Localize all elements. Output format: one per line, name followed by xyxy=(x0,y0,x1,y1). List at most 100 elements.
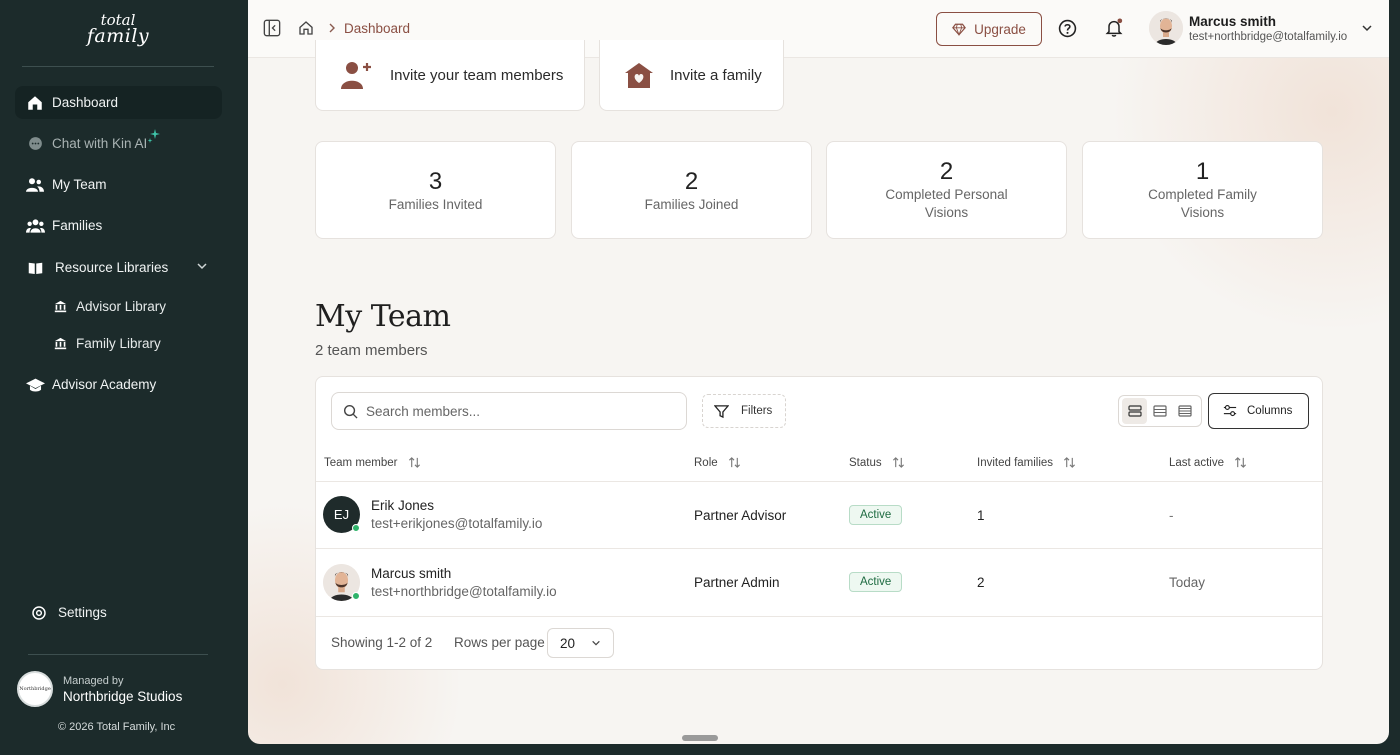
chevron-down-icon[interactable] xyxy=(1361,22,1373,34)
density-standard-icon[interactable] xyxy=(1147,398,1172,424)
family-home-icon xyxy=(624,61,654,89)
sidebar-item-families[interactable]: Families xyxy=(15,209,222,242)
density-compact-icon[interactable] xyxy=(1173,398,1198,424)
user-name: Marcus smith xyxy=(1189,13,1277,29)
sidebar-item-label: My Team xyxy=(52,177,107,192)
sidebar-item-dashboard[interactable]: Dashboard xyxy=(15,86,222,119)
filters-button[interactable]: Filters xyxy=(702,394,786,428)
sort-icon[interactable] xyxy=(892,456,905,469)
scroll-handle[interactable] xyxy=(682,735,718,741)
sort-icon[interactable] xyxy=(728,456,741,469)
table-row[interactable]: Marcus smith test+northbridge@totalfamil… xyxy=(323,564,557,601)
member-role: Partner Admin xyxy=(694,575,780,590)
column-header-last-active[interactable]: Last active xyxy=(1169,456,1247,469)
organization-logo: Northbridge xyxy=(17,671,53,707)
search-box[interactable] xyxy=(331,392,687,430)
home-icon[interactable] xyxy=(298,20,314,36)
organization-name: Northbridge Studios xyxy=(63,688,183,704)
sidebar-item-label: Chat with Kin AI xyxy=(52,136,148,151)
search-icon xyxy=(343,404,358,419)
row-divider xyxy=(316,616,1322,617)
sidebar-item-label: Advisor Library xyxy=(76,298,167,314)
density-comfortable-icon[interactable] xyxy=(1122,398,1148,424)
notification-bell-icon[interactable] xyxy=(1104,17,1124,38)
member-role: Partner Advisor xyxy=(694,508,787,523)
sidebar-item-resource-libraries[interactable]: Resource Libraries xyxy=(15,251,222,284)
upgrade-button[interactable]: Upgrade xyxy=(936,12,1042,46)
search-input[interactable] xyxy=(366,403,666,419)
sidebar-item-my-team[interactable]: My Team xyxy=(15,168,222,201)
avatar xyxy=(323,564,360,601)
user-email: test+northbridge@totalfamily.io xyxy=(1189,30,1348,43)
sidebar-item-family-library[interactable]: Family Library xyxy=(52,331,161,355)
gem-icon xyxy=(952,23,967,36)
stat-completed-family-visions: 1 Completed Family Visions xyxy=(1082,141,1323,239)
last-active: - xyxy=(1169,508,1174,523)
home-icon xyxy=(25,93,45,113)
sidebar-item-label: Family Library xyxy=(76,335,161,351)
breadcrumb[interactable]: Dashboard xyxy=(344,21,410,36)
sidebar-item-label: Dashboard xyxy=(52,95,119,110)
row-divider xyxy=(316,481,1322,482)
online-status-dot xyxy=(352,592,360,600)
graduation-cap-icon xyxy=(25,375,45,395)
row-divider xyxy=(316,548,1322,549)
invited-families-count: 2 xyxy=(977,575,985,590)
help-icon[interactable] xyxy=(1058,19,1077,38)
breadcrumb-separator-icon xyxy=(328,22,336,36)
member-name: Erik Jones xyxy=(371,498,435,513)
sidebar-item-label: Settings xyxy=(58,605,107,620)
sidebar-divider xyxy=(22,66,214,67)
add-user-icon xyxy=(340,60,374,90)
copyright: © 2026 Total Family, Inc xyxy=(58,721,176,733)
column-header-invited-families[interactable]: Invited families xyxy=(977,456,1076,469)
last-active: Today xyxy=(1169,575,1206,590)
sidebar-toggle-icon[interactable] xyxy=(263,19,281,37)
sort-icon[interactable] xyxy=(1234,456,1247,469)
column-header-team-member[interactable]: Team member xyxy=(324,456,421,469)
sidebar-item-label: Advisor Academy xyxy=(52,377,157,392)
invite-family-card[interactable]: Invite a family xyxy=(599,40,784,111)
sidebar-item-advisor-academy[interactable]: Advisor Academy xyxy=(15,368,222,401)
chevron-down-icon[interactable] xyxy=(196,260,208,275)
invite-team-members-card[interactable]: Invite your team members xyxy=(315,40,585,111)
stat-completed-personal-visions: 2 Completed Personal Visions xyxy=(826,141,1067,239)
families-icon xyxy=(25,216,45,236)
sort-icon[interactable] xyxy=(408,456,421,469)
sort-icon[interactable] xyxy=(1063,456,1076,469)
team-member-count: 2 team members xyxy=(315,342,428,359)
sidebar-item-label: Resource Libraries xyxy=(55,260,169,275)
table-row[interactable]: EJ Erik Jones test+erikjones@totalfamily… xyxy=(323,496,542,533)
page-title: My Team xyxy=(315,299,451,334)
sidebar-item-chat-kin-ai[interactable]: Chat with Kin AI xyxy=(15,127,222,160)
sparkle-icon xyxy=(147,129,160,146)
member-name: Marcus smith xyxy=(371,566,452,581)
status-badge: Active xyxy=(849,572,903,592)
stat-families-invited: 3 Families Invited xyxy=(315,141,556,239)
chat-icon xyxy=(25,134,45,154)
member-email: test+northbridge@totalfamily.io xyxy=(371,584,557,599)
library-icon xyxy=(52,335,68,351)
columns-button[interactable]: Columns xyxy=(1208,393,1309,429)
team-table: Filters Columns Team member Role xyxy=(315,376,1323,670)
sliders-icon xyxy=(1223,404,1237,418)
filter-icon xyxy=(714,404,729,419)
member-email: test+erikjones@totalfamily.io xyxy=(371,516,543,531)
column-header-status[interactable]: Status xyxy=(849,456,905,469)
brand-logo[interactable]: total family xyxy=(0,12,236,46)
managed-by: Northbridge Managed by Northbridge Studi… xyxy=(17,671,182,707)
online-status-dot xyxy=(352,524,360,532)
status-badge: Active xyxy=(849,505,903,525)
avatar: EJ xyxy=(323,496,360,533)
rows-per-page-select[interactable]: 20 xyxy=(547,628,614,658)
avatar xyxy=(1149,11,1183,45)
column-header-role[interactable]: Role xyxy=(694,456,741,469)
pagination-summary: Showing 1-2 of 2 xyxy=(331,635,433,650)
user-menu[interactable]: Marcus smith test+northbridge@totalfamil… xyxy=(1149,11,1347,45)
sidebar-item-advisor-library[interactable]: Advisor Library xyxy=(52,294,166,318)
chevron-down-icon xyxy=(591,638,601,648)
main-panel: Dashboard Upgrade Marcus smith test+nort… xyxy=(248,0,1389,744)
sidebar-item-settings[interactable]: Settings xyxy=(15,596,222,629)
team-icon xyxy=(25,175,45,195)
book-icon xyxy=(25,258,45,278)
